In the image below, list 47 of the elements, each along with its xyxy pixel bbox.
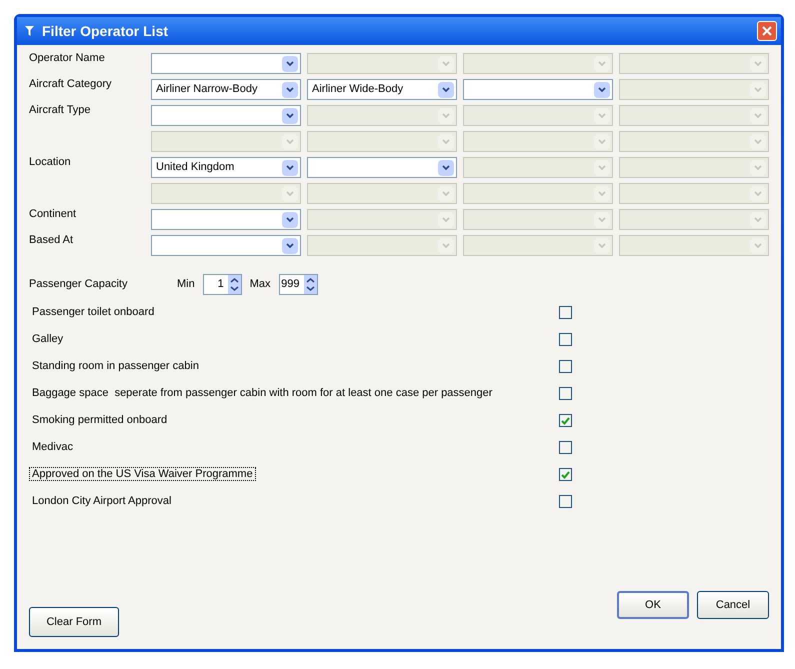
checkbox[interactable]: [559, 441, 572, 454]
spin-arrows-icon[interactable]: [228, 275, 241, 294]
dropdown[interactable]: Airliner Wide-Body: [307, 79, 457, 100]
checkmark-icon: [561, 416, 570, 424]
field-label: Based At: [29, 234, 74, 246]
cancel-button[interactable]: Cancel: [697, 591, 769, 619]
checkbox[interactable]: [559, 414, 572, 427]
option-label: London City Airport Approval: [31, 494, 172, 508]
field-label: Passenger Capacity: [29, 277, 128, 292]
ok-button[interactable]: OK: [617, 591, 689, 619]
checkbox[interactable]: [559, 495, 572, 508]
spin-arrows-icon[interactable]: [304, 275, 317, 294]
field-label: Aircraft Type: [29, 104, 91, 116]
dropdown[interactable]: [463, 79, 613, 100]
checkbox[interactable]: [559, 387, 572, 400]
dropdown[interactable]: [151, 53, 301, 74]
dropdown[interactable]: United Kingdom: [151, 157, 301, 178]
number-spinner[interactable]: 1: [202, 274, 242, 295]
option-label: Galley: [31, 332, 64, 346]
field-label: Aircraft Category: [29, 78, 112, 90]
dropdown[interactable]: [307, 157, 457, 178]
filter-icon: [25, 26, 34, 36]
checkbox[interactable]: [559, 333, 572, 346]
option-label: Smoking permitted onboard: [31, 413, 168, 428]
number-spinner[interactable]: 999: [278, 274, 318, 295]
dropdown[interactable]: [151, 235, 301, 256]
close-icon: [762, 26, 772, 36]
option-label: Medivac: [31, 440, 74, 454]
dropdown[interactable]: [151, 209, 301, 230]
checkbox[interactable]: [559, 360, 572, 373]
checkbox[interactable]: [559, 306, 572, 319]
dropdown[interactable]: [151, 105, 301, 126]
dropdown[interactable]: Airliner Narrow-Body: [151, 79, 301, 100]
clear-form-button[interactable]: Clear Form: [29, 607, 119, 637]
close-button[interactable]: [757, 21, 777, 41]
option-label: Approved on the US Visa Waiver Programme: [29, 467, 256, 482]
window-title: Filter Operator List: [42, 22, 170, 41]
field-label: Location: [29, 156, 71, 168]
checkbox[interactable]: [559, 468, 572, 481]
field-label: Continent: [29, 208, 76, 220]
field-label: Operator Name: [29, 52, 105, 64]
option-label: Passenger toilet onboard: [31, 305, 156, 320]
max-label: Max: [250, 277, 271, 292]
option-label: Standing room in passenger cabin: [31, 359, 200, 374]
checkmark-icon: [561, 470, 570, 478]
min-label: Min: [177, 277, 195, 292]
option-label: Baggage space seperate from passenger cabin with room for at least one case per passenger: [31, 386, 494, 400]
